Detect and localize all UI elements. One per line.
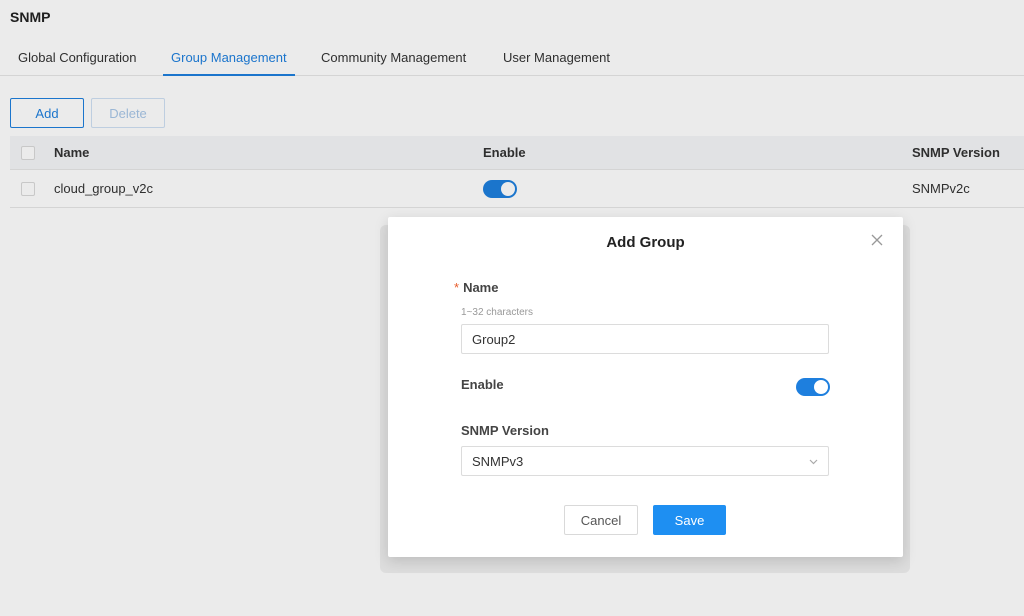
snmp-page: SNMP Global Configuration Group Manageme… xyxy=(0,0,1024,616)
save-button[interactable]: Save xyxy=(653,505,726,535)
add-group-dialog: Add Group *Name 1~32 characters Enable S… xyxy=(388,217,903,557)
cancel-button[interactable]: Cancel xyxy=(564,505,638,535)
enable-toggle[interactable] xyxy=(796,378,830,396)
enable-label: Enable xyxy=(461,377,504,392)
snmp-version-value: SNMPv3 xyxy=(472,453,524,469)
name-label: * Name xyxy=(454,280,498,295)
chevron-down-icon xyxy=(809,459,818,465)
toggle-knob xyxy=(814,380,828,394)
dialog-title: Add Group xyxy=(606,234,685,251)
name-input[interactable] xyxy=(461,324,829,354)
name-hint: 1~32 characters xyxy=(461,307,533,318)
snmp-version-select[interactable]: SNMPv3 xyxy=(461,446,829,476)
required-mark: * xyxy=(454,280,460,295)
close-icon[interactable] xyxy=(870,233,884,247)
snmp-version-label: SNMP Version xyxy=(461,423,549,438)
name-label-text: Name xyxy=(463,280,499,295)
